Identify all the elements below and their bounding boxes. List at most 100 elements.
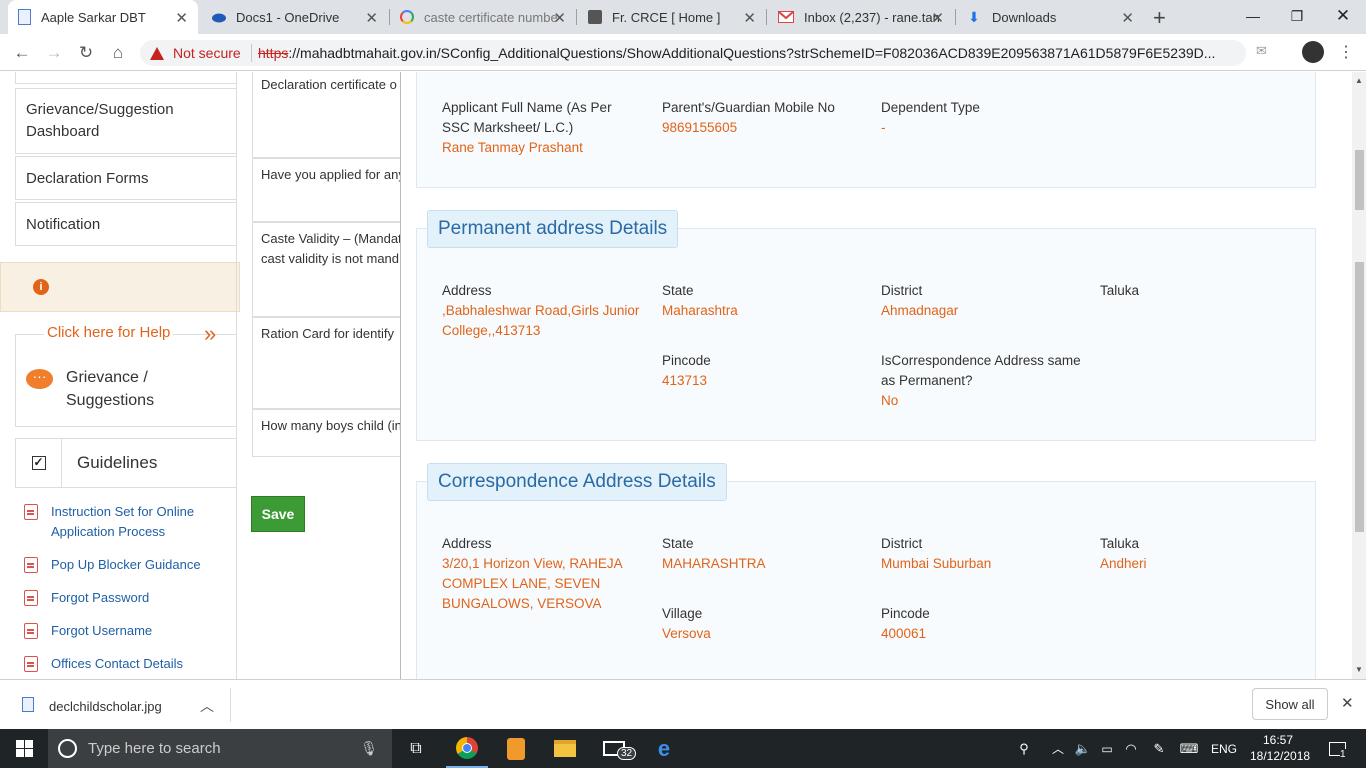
task-view-icon[interactable]: ⧉ [396,729,436,768]
close-tab-icon[interactable]: ✕ [365,9,378,27]
sidebar-item-partial[interactable] [15,72,237,84]
forward-icon[interactable]: → [41,40,67,66]
url-text[interactable]: https://mahadbtmahait.gov.in/SConfig_Add… [258,45,1215,61]
guideline-link-label: Instruction Set for Online Application P… [51,504,195,539]
download-filename[interactable]: declchildscholar.jpg [49,699,162,714]
tab-downloads[interactable]: ⬇ Downloads ✕ [956,0,1144,34]
perm-state-label: State [662,283,694,298]
question-text: Have you applied for any [261,167,405,182]
tab-title: caste certificate numbe [424,9,558,25]
page-scrollbar[interactable]: ▲ ▼ [1352,72,1366,679]
close-tab-icon[interactable]: ✕ [931,9,944,27]
close-tab-icon[interactable]: ✕ [553,9,566,27]
volume-icon[interactable]: 🔈 [1072,729,1094,768]
tab-onedrive[interactable]: Docs1 - OneDrive ✕ [200,0,388,34]
sidebar-item-label: Grievance/Suggestion Dashboard [26,101,174,140]
extension-icon[interactable]: ✉ [1256,43,1267,59]
taskbar-search-box[interactable]: Type here to search 🎙 [48,729,392,768]
minimize-button[interactable]: — [1230,0,1276,32]
applicant-name-label: Applicant Full Name (As Per SSC Markshee… [442,100,612,135]
perm-district-label: District [881,283,923,298]
new-tab-button[interactable]: + [1153,5,1166,31]
maximize-button[interactable]: ❐ [1274,0,1320,32]
perm-state-value: Maharashtra [662,303,738,318]
tab-gmail[interactable]: Inbox (2,237) - rane.tan ✕ [768,0,954,34]
scroll-thumb[interactable] [1355,262,1364,532]
close-download-bar-icon[interactable]: ✕ [1341,694,1354,712]
sublime-text-icon[interactable] [495,729,537,768]
show-all-button[interactable]: Show all [1252,688,1328,720]
corr-taluka-value: Andheri [1100,556,1147,571]
perm-district-value: Ahmadnagar [881,303,959,318]
scroll-down-icon[interactable]: ▼ [1355,665,1363,674]
pen-icon[interactable]: ✎ [1148,729,1170,768]
sidebar-item-declaration-forms[interactable]: Declaration Forms [15,156,237,200]
tab-title: Inbox (2,237) - rane.tan [804,9,940,25]
sidebar-item-grievance-dashboard[interactable]: Grievance/Suggestion Dashboard [15,88,237,154]
close-tab-icon[interactable]: ✕ [743,9,756,27]
home-icon[interactable]: ⌂ [105,40,131,66]
keyboard-icon[interactable]: ⌨ [1176,729,1202,768]
grievance-link[interactable]: Grievance / Suggestions [66,366,186,412]
sidebar-item-notification[interactable]: Notification [15,202,237,246]
details-modal: Applicant Full Name (As Per SSC Markshee… [400,72,1352,679]
help-link[interactable]: Click here for Help [44,324,174,341]
pdf-icon [24,623,38,639]
corr-village-value: Versova [662,626,711,641]
close-window-button[interactable]: ✕ [1320,0,1366,32]
question-boys-child: How many boys child (in [252,409,412,457]
double-chevron-right-icon[interactable]: » [204,321,216,347]
clock-time: 16:57 [1262,733,1294,747]
clock[interactable]: 16:57 18/12/2018 [1250,732,1310,764]
file-explorer-icon[interactable] [544,729,586,768]
scroll-thumb-outer[interactable] [1355,150,1364,210]
tab-google-search[interactable]: caste certificate numbe ✕ [390,0,576,34]
save-button[interactable]: Save [251,496,305,532]
perm-address-label: Address [442,283,492,298]
corr-state-label: State [662,536,694,551]
battery-icon[interactable]: ▭ [1096,729,1118,768]
question-applied: Have you applied for any [252,158,412,222]
tab-aaple-sarkar[interactable]: Aaple Sarkar DBT ✕ [8,0,198,34]
tab-title: Docs1 - OneDrive [236,9,340,25]
chrome-taskbar-icon[interactable] [446,729,488,768]
guideline-link-instructions[interactable]: Instruction Set for Online Application P… [24,502,206,542]
guideline-link-label: Offices Contact Details [51,656,183,671]
guideline-link-forgot-password[interactable]: Forgot Password [24,588,149,608]
corr-pincode-label: Pincode [881,606,930,621]
corr-district-label: District [881,536,923,551]
guideline-link-forgot-username[interactable]: Forgot Username [24,621,152,641]
tab-title: Aaple Sarkar DBT [41,9,146,25]
profile-avatar[interactable] [1302,41,1324,63]
corr-district-value: Mumbai Suburban [881,556,992,571]
action-center-icon[interactable]: 1 [1320,729,1354,768]
question-text: Caste Validity – (Mandat [261,231,402,246]
perm-pincode-value: 413713 [662,373,708,388]
question-text: cast validity is not mand [261,251,400,266]
tab-crce[interactable]: Fr. CRCE [ Home ] ✕ [578,0,766,34]
guideline-link-offices[interactable]: Offices Contact Details [24,654,183,674]
permanent-heading: Permanent address Details [427,210,679,248]
back-icon[interactable]: ← [9,40,35,66]
security-indicator[interactable]: Not secure [150,44,252,62]
people-icon[interactable]: ⚲ [1012,729,1036,768]
language-indicator[interactable]: ENG [1206,729,1242,768]
scroll-up-icon[interactable]: ▲ [1355,76,1363,85]
checkbox-icon: ✓ [16,439,62,487]
windows-taskbar: Type here to search 🎙 ⧉ 32 e ⚲ ︿ 🔈 ▭ ◠ ✎… [0,729,1366,768]
guidelines-header: ✓ Guidelines [15,438,237,488]
chevron-up-icon[interactable]: ︿ [200,696,214,716]
microphone-icon[interactable]: 🎙 [360,740,378,757]
wifi-icon[interactable]: ◠ [1120,729,1142,768]
reload-icon[interactable]: ↻ [73,40,99,66]
menu-dots-icon[interactable]: ⋮ [1338,42,1354,62]
close-tab-icon[interactable]: ✕ [175,9,188,27]
guideline-link-popup[interactable]: Pop Up Blocker Guidance [24,555,201,575]
question-declaration: Declaration certificate o [252,72,412,158]
search-placeholder: Type here to search [88,740,221,757]
edge-browser-icon[interactable]: e [643,729,685,768]
close-tab-icon[interactable]: ✕ [1121,9,1134,27]
windows-start-icon[interactable] [0,729,48,768]
mail-icon[interactable]: 32 [593,729,637,768]
show-hidden-icons[interactable]: ︿ [1048,729,1068,768]
